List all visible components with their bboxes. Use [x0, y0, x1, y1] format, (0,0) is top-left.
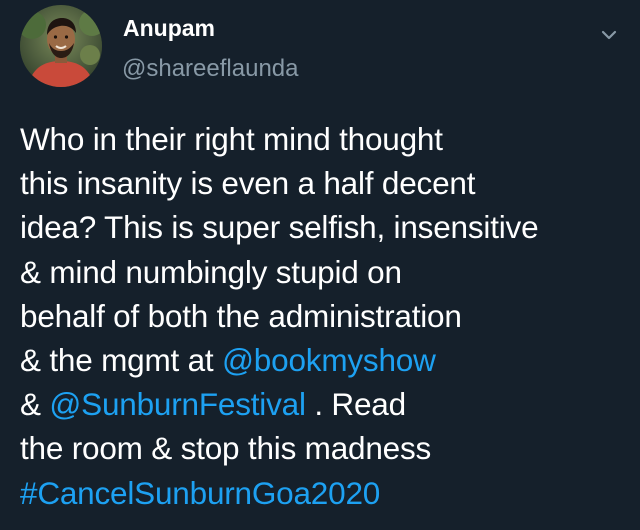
tweet-text-line: & the mgmt at @bookmyshow	[20, 338, 630, 382]
tweet-card: Anupam @shareeflaunda Who in their right…	[0, 0, 640, 530]
mention-sunburnfestival-link[interactable]: @SunburnFestival	[49, 386, 306, 422]
tweet-text-line: this insanity is even a half decent	[20, 165, 476, 202]
tweet-text-segment: . Read	[305, 386, 406, 423]
chevron-down-icon	[601, 30, 617, 40]
avatar[interactable]	[20, 5, 102, 87]
tweet-text-line: & @SunburnFestival . Read	[20, 382, 630, 426]
tweet-text-segment: & the mgmt at	[20, 342, 223, 379]
author-display-name[interactable]: Anupam	[123, 14, 215, 42]
tweet-text-line: & mind numbingly stupid on	[20, 253, 402, 290]
author-handle[interactable]: @shareeflaunda	[122, 55, 298, 83]
tweet-text: Who in their right mind thought this ins…	[20, 117, 630, 515]
tweet-text-line: Who in their right mind thought	[20, 121, 443, 157]
tweet-text-line: idea? This is super selfish, insensitive	[20, 209, 539, 246]
mention-bookmyshow-link[interactable]: @bookmyshow	[222, 342, 436, 378]
tweet-menu-button[interactable]	[596, 22, 622, 48]
profile-photo-icon	[20, 5, 102, 87]
tweet-text-segment: &	[20, 386, 50, 423]
tweet-text-line: the room & stop this madness	[20, 430, 432, 467]
hashtag-link[interactable]: #CancelSunburnGoa2020	[20, 471, 630, 515]
tweet-text-line: behalf of both the administration	[20, 297, 462, 334]
